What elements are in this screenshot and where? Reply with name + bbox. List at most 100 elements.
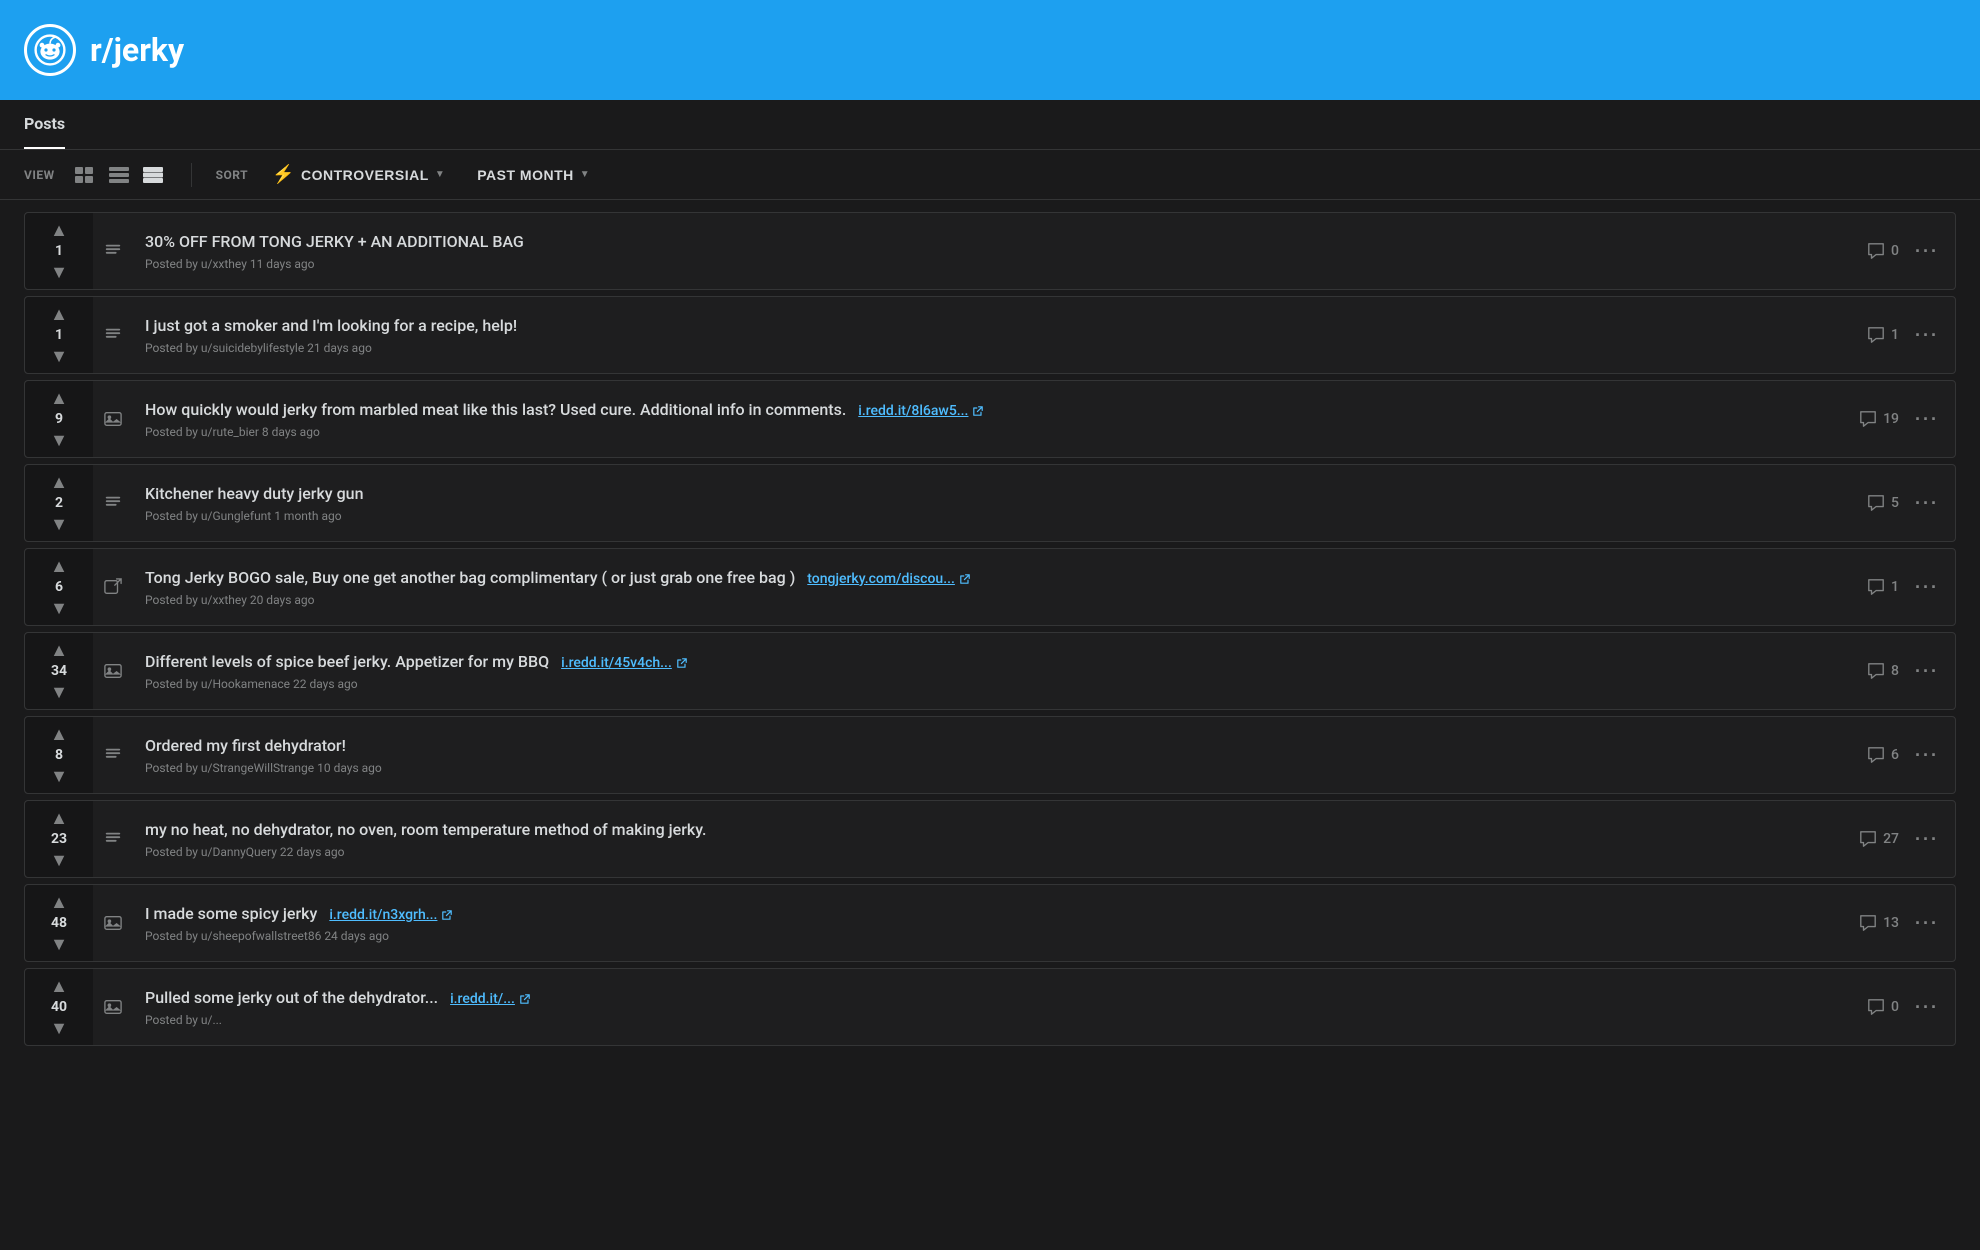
- toolbar-divider: [191, 163, 192, 187]
- downvote-button[interactable]: ▼: [50, 599, 68, 617]
- post-actions: 6 ···: [1851, 717, 1955, 793]
- comment-count[interactable]: 13: [1859, 914, 1899, 932]
- vote-count: 48: [51, 915, 67, 931]
- more-options-button[interactable]: ···: [1915, 241, 1939, 262]
- comment-count[interactable]: 0: [1867, 242, 1899, 260]
- post-item: ▲ 2 ▼ Kitchener heavy duty jerky gun Pos…: [24, 464, 1956, 542]
- downvote-button[interactable]: ▼: [50, 515, 68, 533]
- post-item: ▲ 9 ▼ How quickly would jerky from marbl…: [24, 380, 1956, 458]
- time-filter-button[interactable]: PAST MONTH ▼: [469, 163, 598, 187]
- upvote-button[interactable]: ▲: [50, 893, 68, 911]
- downvote-button[interactable]: ▼: [50, 851, 68, 869]
- downvote-button[interactable]: ▼: [50, 935, 68, 953]
- sort-controversial-button[interactable]: ⚡ CONTROVERSIAL ▼: [264, 160, 453, 189]
- upvote-button[interactable]: ▲: [50, 641, 68, 659]
- post-title[interactable]: I just got a smoker and I'm looking for …: [145, 315, 1839, 337]
- upvote-button[interactable]: ▲: [50, 221, 68, 239]
- lightning-icon: ⚡: [272, 164, 295, 185]
- more-options-button[interactable]: ···: [1915, 745, 1939, 766]
- upvote-button[interactable]: ▲: [50, 557, 68, 575]
- comment-number: 8: [1891, 663, 1899, 679]
- comment-count[interactable]: 1: [1867, 326, 1899, 344]
- post-external-link[interactable]: i.redd.it/n3xgrh...: [329, 907, 453, 923]
- comment-number: 6: [1891, 747, 1899, 763]
- comment-number: 0: [1891, 999, 1899, 1015]
- upvote-button[interactable]: ▲: [50, 725, 68, 743]
- post-actions: 1 ···: [1851, 297, 1955, 373]
- comment-count[interactable]: 0: [1867, 998, 1899, 1016]
- vote-section: ▲ 2 ▼: [25, 465, 93, 541]
- post-list: ▲ 1 ▼ 30% OFF FROM TONG JERKY + AN ADDIT…: [0, 200, 1980, 1064]
- post-actions: 0 ···: [1851, 969, 1955, 1045]
- upvote-button[interactable]: ▲: [50, 473, 68, 491]
- post-meta: Posted by u/sheepofwallstreet86 24 days …: [145, 929, 1831, 943]
- comment-count[interactable]: 19: [1859, 410, 1899, 428]
- post-title[interactable]: Pulled some jerky out of the dehydrator.…: [145, 987, 1839, 1010]
- post-meta: Posted by u/suicidebylifestyle 21 days a…: [145, 341, 1839, 355]
- post-title[interactable]: 30% OFF FROM TONG JERKY + AN ADDITIONAL …: [145, 231, 1839, 253]
- comment-count[interactable]: 27: [1859, 830, 1899, 848]
- comment-count[interactable]: 1: [1867, 578, 1899, 596]
- comment-count[interactable]: 5: [1867, 494, 1899, 512]
- comment-icon: [1867, 746, 1885, 764]
- vote-count: 1: [55, 243, 63, 259]
- post-title-text: 30% OFF FROM TONG JERKY + AN ADDITIONAL …: [145, 232, 524, 251]
- upvote-button[interactable]: ▲: [50, 977, 68, 995]
- subreddit-header: r/jerky: [0, 0, 1980, 100]
- downvote-button[interactable]: ▼: [50, 683, 68, 701]
- downvote-button[interactable]: ▼: [50, 767, 68, 785]
- post-external-link[interactable]: i.redd.it/...: [450, 991, 531, 1007]
- vote-count: 34: [51, 663, 67, 679]
- vote-section: ▲ 1 ▼: [25, 213, 93, 289]
- comment-count[interactable]: 8: [1867, 662, 1899, 680]
- post-title[interactable]: How quickly would jerky from marbled mea…: [145, 399, 1831, 422]
- post-meta: Posted by u/xxthey 11 days ago: [145, 257, 1839, 271]
- upvote-button[interactable]: ▲: [50, 809, 68, 827]
- downvote-button[interactable]: ▼: [50, 1019, 68, 1037]
- more-options-button[interactable]: ···: [1915, 997, 1939, 1018]
- more-options-button[interactable]: ···: [1915, 409, 1939, 430]
- sort-label: SORT: [216, 168, 248, 182]
- post-content: Tong Jerky BOGO sale, Buy one get anothe…: [133, 549, 1851, 625]
- post-item: ▲ 40 ▼ Pulled some jerky out of the dehy…: [24, 968, 1956, 1046]
- more-options-button[interactable]: ···: [1915, 913, 1939, 934]
- post-title[interactable]: Kitchener heavy duty jerky gun: [145, 483, 1839, 505]
- compact-view-icon[interactable]: [105, 164, 133, 186]
- post-meta: Posted by u/StrangeWillStrange 10 days a…: [145, 761, 1839, 775]
- post-title[interactable]: I made some spicy jerky i.redd.it/n3xgrh…: [145, 903, 1831, 926]
- comment-icon: [1867, 662, 1885, 680]
- post-type-icon: [93, 969, 133, 1045]
- vote-section: ▲ 34 ▼: [25, 633, 93, 709]
- post-title-text: Different levels of spice beef jerky. Ap…: [145, 652, 549, 671]
- post-actions: 19 ···: [1843, 381, 1955, 457]
- post-item: ▲ 6 ▼ Tong Jerky BOGO sale, Buy one get …: [24, 548, 1956, 626]
- post-title[interactable]: Tong Jerky BOGO sale, Buy one get anothe…: [145, 567, 1839, 590]
- downvote-button[interactable]: ▼: [50, 263, 68, 281]
- post-title[interactable]: Ordered my first dehydrator!: [145, 735, 1839, 757]
- posts-tab[interactable]: Posts: [24, 100, 65, 149]
- card-view-icon[interactable]: [71, 164, 99, 186]
- vote-count: 23: [51, 831, 67, 847]
- post-meta: Posted by u/xxthey 20 days ago: [145, 593, 1839, 607]
- comment-icon: [1867, 242, 1885, 260]
- downvote-button[interactable]: ▼: [50, 347, 68, 365]
- comment-number: 0: [1891, 243, 1899, 259]
- upvote-button[interactable]: ▲: [50, 389, 68, 407]
- post-external-link[interactable]: i.redd.it/8l6aw5...: [858, 403, 984, 419]
- comment-count[interactable]: 6: [1867, 746, 1899, 764]
- more-options-button[interactable]: ···: [1915, 577, 1939, 598]
- post-content: 30% OFF FROM TONG JERKY + AN ADDITIONAL …: [133, 213, 1851, 289]
- post-title[interactable]: my no heat, no dehydrator, no oven, room…: [145, 819, 1831, 841]
- post-external-link[interactable]: i.redd.it/45v4ch...: [561, 655, 688, 671]
- more-options-button[interactable]: ···: [1915, 829, 1939, 850]
- post-title[interactable]: Different levels of spice beef jerky. Ap…: [145, 651, 1839, 674]
- more-options-button[interactable]: ···: [1915, 325, 1939, 346]
- more-options-button[interactable]: ···: [1915, 661, 1939, 682]
- upvote-button[interactable]: ▲: [50, 305, 68, 323]
- post-actions: 5 ···: [1851, 465, 1955, 541]
- post-external-link[interactable]: tongjerky.com/discou...: [807, 571, 971, 587]
- more-options-button[interactable]: ···: [1915, 493, 1939, 514]
- downvote-button[interactable]: ▼: [50, 431, 68, 449]
- vote-section: ▲ 23 ▼: [25, 801, 93, 877]
- list-view-icon[interactable]: [139, 164, 167, 186]
